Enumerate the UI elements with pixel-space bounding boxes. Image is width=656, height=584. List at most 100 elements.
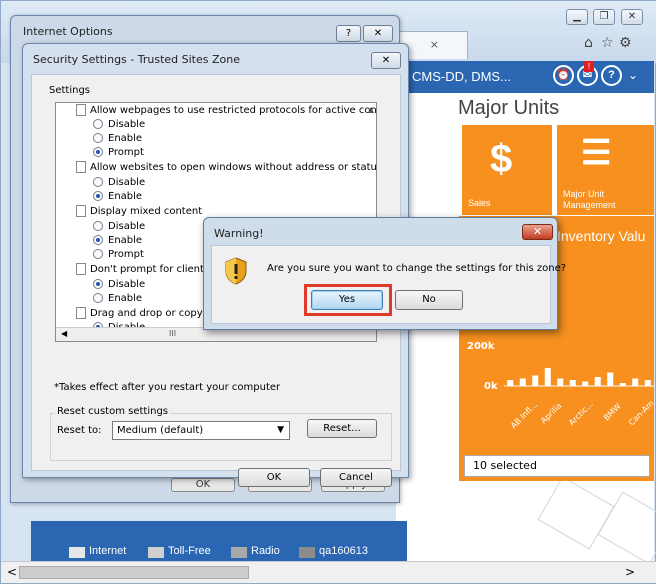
radio-button[interactable] xyxy=(93,221,103,231)
legend-swatch xyxy=(299,547,315,558)
radio-option[interactable]: Prompt xyxy=(93,146,144,160)
radio-button[interactable] xyxy=(93,119,103,129)
restart-note: *Takes effect after you restart your com… xyxy=(54,382,281,393)
no-button[interactable]: No xyxy=(395,290,463,310)
option-label: Disable xyxy=(108,279,146,290)
legend-label: Radio xyxy=(251,545,280,557)
radio-button[interactable] xyxy=(93,249,103,259)
radio-button[interactable] xyxy=(93,293,103,303)
star-icon[interactable]: ☆ xyxy=(601,35,614,51)
selection-dropdown[interactable]: 10 selected xyxy=(464,455,650,477)
tile-label: Sales xyxy=(468,198,491,208)
scroll-right-icon[interactable]: > xyxy=(625,565,635,579)
reset-select-value: Medium (default) xyxy=(117,425,204,436)
close-button[interactable]: ✕ xyxy=(363,25,393,42)
chart-bars xyxy=(504,368,654,387)
dialog-title: Internet Options xyxy=(23,25,113,38)
scroll-left-icon[interactable]: < xyxy=(7,565,17,579)
reset-level-select[interactable]: Medium (default) ▼ xyxy=(112,421,290,440)
help-icon[interactable]: ? xyxy=(601,65,622,86)
x-tick-label: Aprilia xyxy=(539,401,564,426)
radio-option[interactable]: Prompt xyxy=(93,248,144,262)
chart-bar xyxy=(632,378,639,386)
chevron-down-icon[interactable]: ⌄ xyxy=(628,68,638,82)
option-label: Enable xyxy=(108,293,143,304)
cancel-button[interactable]: Cancel xyxy=(320,468,392,487)
scroll-up-icon[interactable]: ▲ xyxy=(368,105,374,114)
y-tick-label: 200k xyxy=(467,341,495,352)
scroll-left-icon[interactable]: ◀ xyxy=(61,329,67,338)
tile-label-line: Management xyxy=(563,200,616,210)
shield-warning-icon xyxy=(225,257,247,285)
yes-button[interactable]: Yes xyxy=(311,290,383,310)
setting-header: Allow websites to open windows without a… xyxy=(76,161,376,175)
tile-label: Major Unit Management xyxy=(563,189,616,211)
site-navbar: CMS-DD, DMS... ⏰ ✉ ! ? ⌄ xyxy=(396,61,654,93)
chart-bar xyxy=(532,375,539,386)
gear-icon[interactable]: ⚙ xyxy=(619,35,632,51)
tile-major-unit-management[interactable]: ☰ Major Unit Management xyxy=(557,125,654,215)
scroll-thumb-grip[interactable]: III xyxy=(169,329,176,338)
chart-bar xyxy=(507,380,514,386)
radio-option[interactable]: Disable xyxy=(93,220,145,234)
y-tick-label: 0k xyxy=(484,381,498,392)
x-tick-label: BMW xyxy=(602,401,623,423)
page-title: Major Units xyxy=(458,97,560,119)
document-icon xyxy=(76,104,86,116)
tile-label-line: Major Unit xyxy=(563,189,605,199)
x-tick-label: Can-Am xyxy=(627,398,656,428)
reset-button[interactable]: Reset... xyxy=(307,419,377,438)
document-icon xyxy=(76,307,86,319)
ok-button[interactable]: OK xyxy=(171,478,235,492)
warning-dialog: Warning! ✕ Are you sure you want to chan… xyxy=(203,217,566,330)
scroll-thumb[interactable] xyxy=(19,566,249,579)
minimize-button[interactable]: ▁ xyxy=(566,9,588,25)
option-label: Enable xyxy=(108,133,143,144)
chart-bar xyxy=(607,372,614,386)
close-button[interactable]: ✕ xyxy=(371,52,401,69)
dropdown-arrow-icon[interactable]: ▼ xyxy=(277,422,284,439)
radio-option[interactable]: Enable xyxy=(93,234,142,248)
page-horizontal-scrollbar[interactable]: < > xyxy=(1,561,656,583)
radio-option[interactable]: Enable xyxy=(93,132,142,146)
radio-option[interactable]: Disable xyxy=(93,278,145,292)
ok-button[interactable]: OK xyxy=(238,468,310,487)
radio-option[interactable]: Disable xyxy=(93,176,145,190)
radio-button-checked[interactable] xyxy=(93,279,103,289)
setting-header: Allow webpages to use restricted protoco… xyxy=(76,104,376,118)
legend-swatch xyxy=(231,547,247,558)
home-icon[interactable]: ⌂ xyxy=(584,35,593,51)
site-label[interactable]: CMS-DD, DMS... xyxy=(412,69,511,84)
legend-label: Toll-Free xyxy=(168,545,211,557)
chart-bar xyxy=(594,377,601,386)
tab-close-icon[interactable]: × xyxy=(430,38,439,51)
option-label: Prompt xyxy=(108,249,144,260)
legend-label: qa160613 xyxy=(319,545,368,557)
radio-button-checked[interactable] xyxy=(93,235,103,245)
setting-header: Display mixed content xyxy=(76,205,202,219)
x-tick-label: AB Infl... xyxy=(509,400,540,431)
option-label: Disable xyxy=(108,221,146,232)
radio-button[interactable] xyxy=(93,133,103,143)
dialog-title: Security Settings - Trusted Sites Zone xyxy=(33,53,240,66)
radio-option[interactable]: Enable xyxy=(93,292,142,306)
radio-button-checked[interactable] xyxy=(93,147,103,157)
radio-option[interactable]: Disable xyxy=(93,118,145,132)
dialog-title: Warning! xyxy=(214,227,264,240)
radio-button-checked[interactable] xyxy=(93,191,103,201)
chart-bar xyxy=(544,368,551,386)
restore-button[interactable]: ❐ xyxy=(593,9,615,25)
close-button[interactable]: ✕ xyxy=(522,224,553,240)
option-label: Prompt xyxy=(108,147,144,158)
radio-option[interactable]: Enable xyxy=(93,190,142,204)
radio-button[interactable] xyxy=(93,177,103,187)
reset-group-label: Reset custom settings xyxy=(55,406,170,417)
document-icon xyxy=(76,161,86,173)
help-button[interactable]: ? xyxy=(336,25,361,42)
reset-to-label: Reset to: xyxy=(57,425,102,436)
tile-sales[interactable]: $ Sales xyxy=(462,125,552,215)
option-label: Enable xyxy=(108,235,143,246)
setting-header-text: Don't prompt for client ce xyxy=(90,264,219,275)
close-window-button[interactable]: ✕ xyxy=(621,9,643,25)
alarm-clock-icon[interactable]: ⏰ xyxy=(553,65,574,86)
